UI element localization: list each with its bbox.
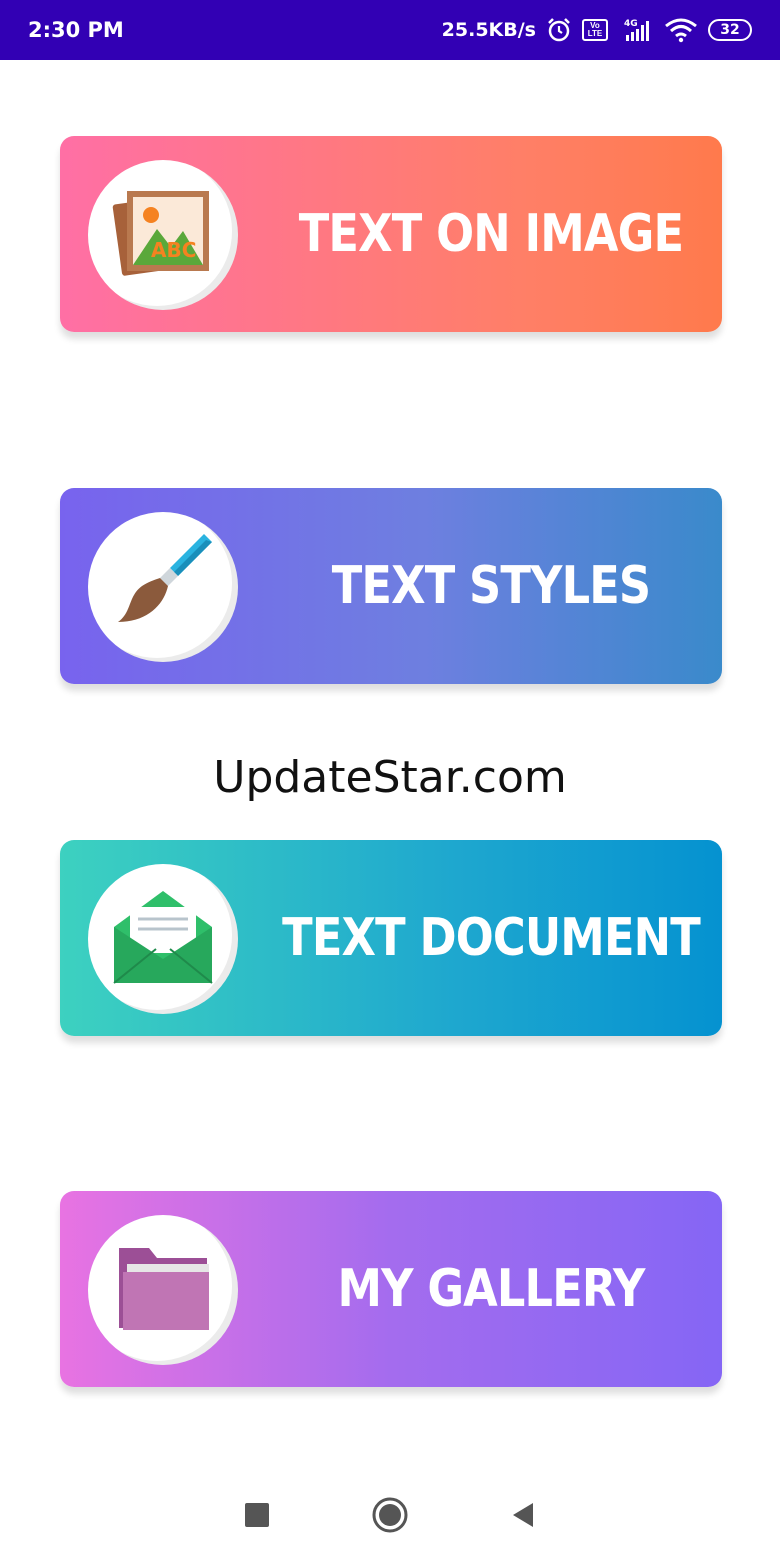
network-speed: 25.5KB/s xyxy=(441,19,536,41)
watermark-text: UpdateStar.com xyxy=(213,752,567,803)
volte-icon: Vo LTE xyxy=(582,19,608,41)
envelope-icon xyxy=(108,887,218,992)
paintbrush-icon xyxy=(108,530,218,645)
alarm-icon xyxy=(546,17,572,43)
button-label: MY GALLERY xyxy=(337,1259,645,1319)
icon-circle: ABC xyxy=(88,160,238,310)
home-circle-icon[interactable] xyxy=(365,1490,415,1540)
navigation-bar xyxy=(0,1470,780,1560)
image-text-icon: ABC xyxy=(111,185,215,286)
text-document-button[interactable]: TEXT DOCUMENT xyxy=(60,840,722,1036)
recents-square-icon[interactable] xyxy=(232,1490,282,1540)
status-icons: 25.5KB/s Vo LTE 4G 32 xyxy=(442,17,752,43)
battery-icon: 32 xyxy=(708,19,752,41)
status-time: 2:30 PM xyxy=(28,18,124,42)
wifi-icon xyxy=(664,17,698,43)
back-triangle-icon[interactable] xyxy=(498,1490,548,1540)
text-on-image-button[interactable]: ABC TEXT ON IMAGE xyxy=(60,136,722,332)
battery-level: 32 xyxy=(720,22,740,38)
icon-circle xyxy=(88,512,238,662)
button-label: TEXT DOCUMENT xyxy=(282,908,701,968)
button-label: TEXT ON IMAGE xyxy=(298,204,684,264)
folder-icon xyxy=(111,1240,215,1341)
text-styles-button[interactable]: TEXT STYLES xyxy=(60,488,722,684)
icon-circle xyxy=(88,864,238,1014)
my-gallery-button[interactable]: MY GALLERY xyxy=(60,1191,722,1387)
icon-circle xyxy=(88,1215,238,1365)
network-type: 4G xyxy=(624,19,638,29)
svg-text:ABC: ABC xyxy=(151,238,196,262)
button-label: TEXT STYLES xyxy=(331,556,651,616)
signal-icon: 4G xyxy=(618,17,654,43)
status-bar: 2:30 PM 25.5KB/s Vo LTE 4G 32 xyxy=(0,0,780,60)
